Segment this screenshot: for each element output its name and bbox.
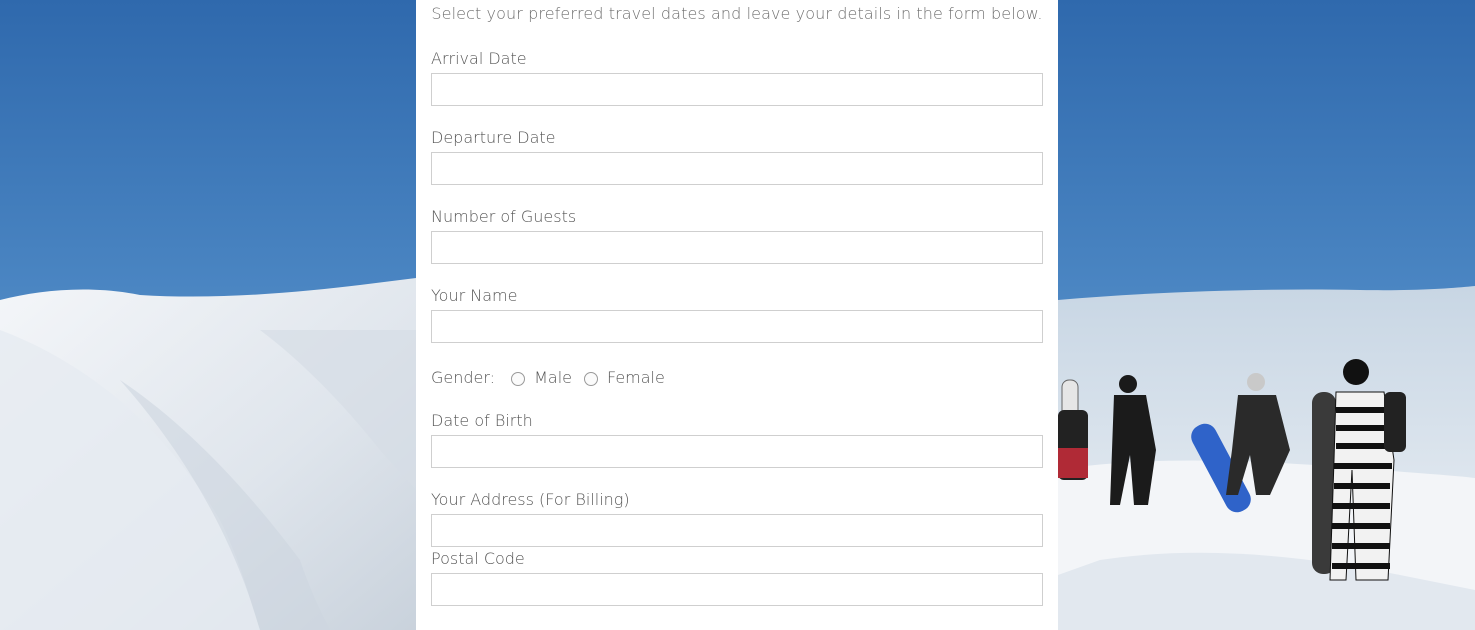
gender-label: Gender: [431, 367, 496, 387]
name-label: Your Name [431, 286, 518, 305]
departure-date-input[interactable] [431, 152, 1043, 185]
dob-label: Date of Birth [431, 411, 533, 430]
female-radio[interactable] [583, 372, 598, 386]
male-radio[interactable] [511, 372, 526, 386]
postal-code-input[interactable] [431, 573, 1043, 606]
arrival-date-input[interactable] [431, 73, 1043, 106]
dob-input[interactable] [431, 435, 1043, 468]
gender-row: Gender: Male Female [431, 365, 677, 389]
guests-input[interactable] [431, 231, 1043, 264]
postal-code-label: Postal Code [431, 549, 525, 568]
gender-option-female[interactable]: Female [583, 367, 665, 387]
name-input[interactable] [431, 310, 1043, 343]
form-intro-text: Select your preferred travel dates and l… [431, 4, 1043, 23]
departure-date-label: Departure Date [431, 128, 556, 147]
guests-label: Number of Guests [431, 207, 577, 226]
male-label: Male [534, 367, 572, 387]
address-label: Your Address (For Billing) [431, 490, 630, 509]
female-label: Female [606, 367, 665, 387]
address-input[interactable] [431, 514, 1043, 547]
gender-option-male[interactable]: Male [511, 368, 572, 387]
booking-form-panel: Select your preferred travel dates and l… [416, 0, 1058, 630]
arrival-date-label: Arrival Date [431, 49, 527, 68]
